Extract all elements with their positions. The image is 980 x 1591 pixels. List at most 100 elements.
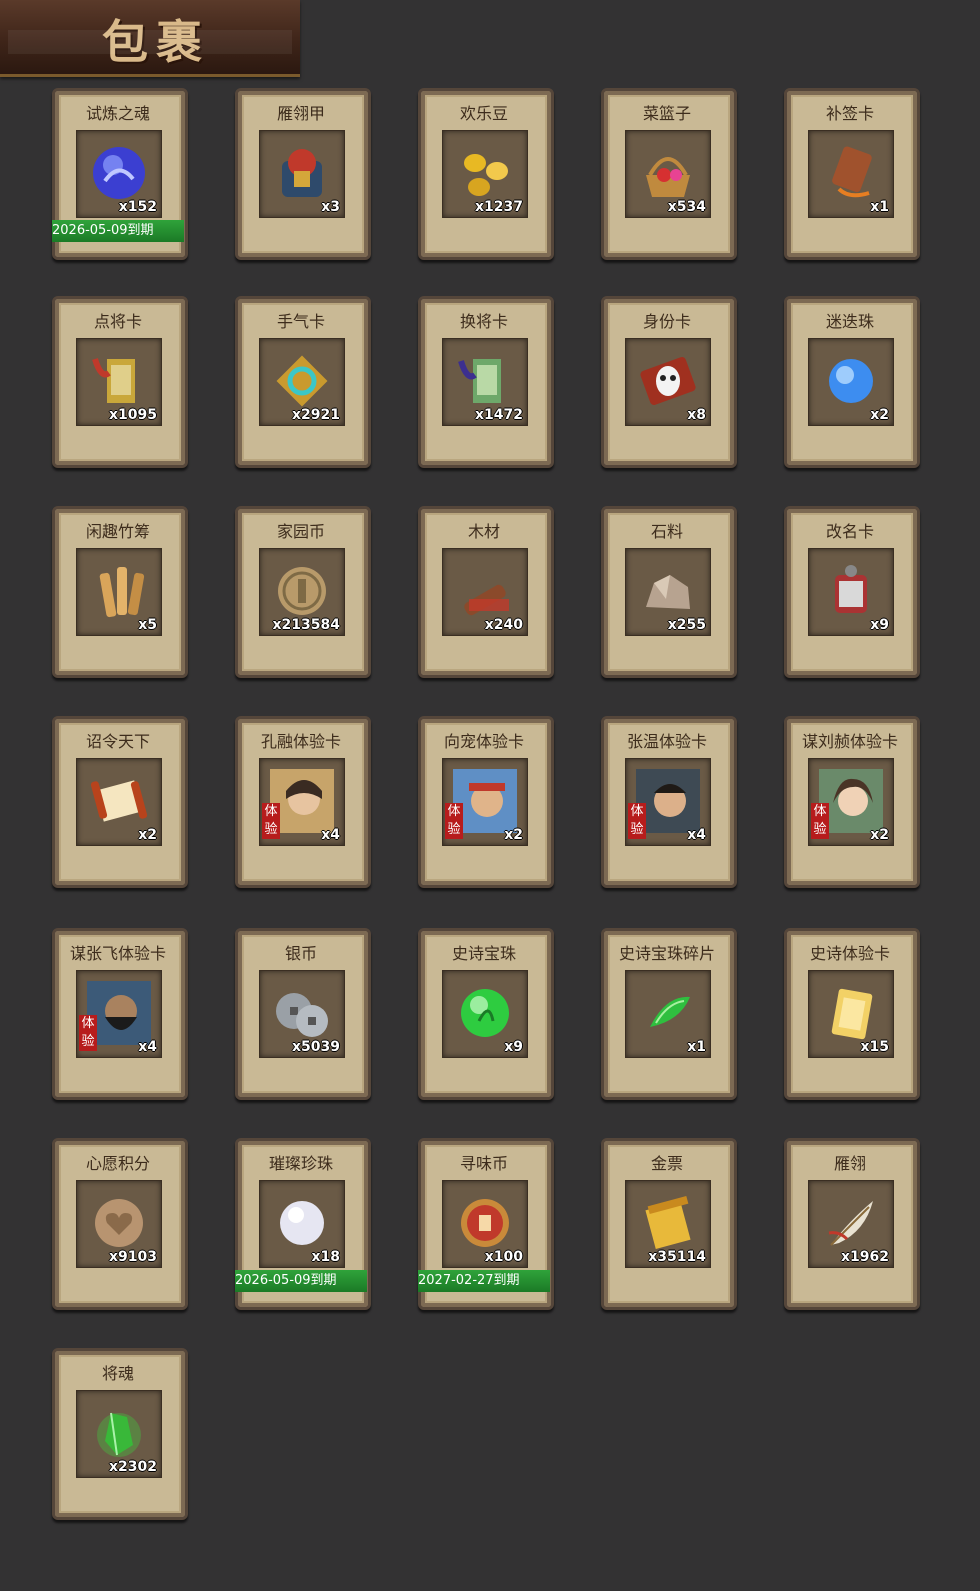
- basket-icon: [646, 157, 690, 197]
- item-slot: 体验 x4: [259, 758, 345, 846]
- inventory-item[interactable]: 璀璨珍珠 x18 2026-05-09到期: [235, 1138, 371, 1310]
- inventory-item[interactable]: 史诗宝珠 x9: [418, 928, 554, 1100]
- inventory-item[interactable]: 史诗体验卡 x15: [784, 928, 920, 1100]
- scroll-icon: [90, 780, 148, 822]
- inventory-item[interactable]: 雁翎甲 x3: [235, 88, 371, 260]
- item-name: 试炼之魂: [85, 104, 150, 123]
- item-slot: 体验 x4: [76, 970, 162, 1058]
- flavor-coin-icon: [461, 1199, 509, 1247]
- trial-badge: 体验: [79, 1015, 97, 1051]
- item-name: 谋张飞体验卡: [69, 944, 166, 963]
- item-quantity: x534: [667, 199, 706, 215]
- item-quantity: x2: [870, 827, 889, 843]
- item-quantity: x2302: [109, 1459, 157, 1475]
- inventory-item[interactable]: 向宠体验卡 体验 x2: [418, 716, 554, 888]
- item-slot: x534: [625, 130, 711, 218]
- item-slot: x2: [808, 338, 894, 426]
- item-slot: x9: [442, 970, 528, 1058]
- item-name: 补签卡: [825, 104, 874, 123]
- inventory-item[interactable]: 家园币 x213584: [235, 506, 371, 678]
- trial-badge: 体验: [811, 803, 829, 839]
- item-quantity: x3: [321, 199, 340, 215]
- inventory-item[interactable]: 迷迭珠 x2: [784, 296, 920, 468]
- item-quantity: x2: [138, 827, 157, 843]
- item-name: 换将卡: [459, 312, 508, 331]
- item-name: 璀璨珍珠: [268, 1154, 333, 1173]
- item-quantity: x4: [687, 827, 706, 843]
- item-slot: x15: [808, 970, 894, 1058]
- inventory-item[interactable]: 补签卡 x1: [784, 88, 920, 260]
- inventory-item[interactable]: 雁翎 x1962: [784, 1138, 920, 1310]
- item-name: 金票: [650, 1154, 683, 1173]
- inventory-item[interactable]: 张温体验卡体验 x4: [601, 716, 737, 888]
- heart-coin-icon: [95, 1199, 143, 1247]
- item-quantity: x4: [138, 1039, 157, 1055]
- inventory-item[interactable]: 心愿积分 x9103: [52, 1138, 188, 1310]
- item-slot: x2921: [259, 338, 345, 426]
- item-name: 改名卡: [825, 522, 874, 541]
- item-name: 心愿积分: [85, 1154, 150, 1173]
- item-slot: x240: [442, 548, 528, 636]
- item-name: 石料: [650, 522, 683, 541]
- inventory-item[interactable]: 闲趣竹筹 x5: [52, 506, 188, 678]
- item-name: 银币: [284, 944, 317, 963]
- item-quantity: x255: [667, 617, 706, 633]
- inventory-item[interactable]: 石料 x255: [601, 506, 737, 678]
- inventory-item[interactable]: 菜篮子 x534: [601, 88, 737, 260]
- item-name: 谋刘赪体验卡: [801, 732, 898, 751]
- item-name: 欢乐豆: [459, 104, 508, 123]
- item-quantity: x9103: [109, 1249, 157, 1265]
- item-name: 雁翎甲: [276, 104, 325, 123]
- inventory-item[interactable]: 诏令天下 x2: [52, 716, 188, 888]
- dragon-orb-icon: [93, 147, 145, 199]
- item-name: 张温体验卡: [626, 732, 707, 751]
- tag-card-icon: [832, 146, 872, 198]
- item-slot: x3: [259, 130, 345, 218]
- wood-icon: [464, 584, 509, 616]
- inventory-item[interactable]: 点将卡 x1095: [52, 296, 188, 468]
- item-name: 雁翎: [833, 1154, 866, 1173]
- inventory-item[interactable]: 身份卡 x8: [601, 296, 737, 468]
- green-crystal-icon: [97, 1412, 141, 1457]
- item-slot: x1472: [442, 338, 528, 426]
- item-slot: x1237: [442, 130, 528, 218]
- item-name: 木材: [467, 522, 500, 541]
- item-slot: x1095: [76, 338, 162, 426]
- green-shard-icon: [650, 996, 690, 1027]
- inventory-item[interactable]: 木材 x240: [418, 506, 554, 678]
- inventory-item[interactable]: 金票 x35114: [601, 1138, 737, 1310]
- inventory-item[interactable]: 孔融体验卡 体验 x4: [235, 716, 371, 888]
- home-coin-icon: [278, 567, 326, 615]
- inventory-item[interactable]: 将魂 x2302: [52, 1348, 188, 1520]
- item-quantity: x240: [484, 617, 523, 633]
- item-name: 诏令天下: [85, 732, 150, 751]
- inventory-item[interactable]: 试炼之魂 x152 2026-05-09到期: [52, 88, 188, 260]
- item-quantity: x1962: [841, 1249, 889, 1265]
- item-quantity: x2: [870, 407, 889, 423]
- inventory-item[interactable]: 谋张飞体验卡体验 x4: [52, 928, 188, 1100]
- bamboo-tally-icon: [99, 567, 145, 618]
- trial-badge: 体验: [628, 803, 646, 839]
- item-quantity: x100: [484, 1249, 523, 1265]
- feather-icon: [828, 1201, 873, 1246]
- item-slot: x213584: [259, 548, 345, 636]
- inventory-item[interactable]: 史诗宝珠碎片 x1: [601, 928, 737, 1100]
- inventory-item[interactable]: 谋刘赪体验卡体验 x2: [784, 716, 920, 888]
- inventory-item[interactable]: 欢乐豆 x1237: [418, 88, 554, 260]
- item-name: 将魂: [101, 1364, 134, 1383]
- item-name: 史诗宝珠: [451, 944, 516, 963]
- item-slot: x152: [76, 130, 162, 218]
- inventory-item[interactable]: 改名卡 x9: [784, 506, 920, 678]
- inventory-item[interactable]: 换将卡 x1472: [418, 296, 554, 468]
- expiry-bar: 2026-05-09到期: [235, 1270, 367, 1292]
- inventory-item[interactable]: 寻味币 x100 2027-02-27到期: [418, 1138, 554, 1310]
- expiry-bar: 2026-05-09到期: [52, 220, 184, 242]
- item-quantity: x15: [860, 1039, 889, 1055]
- inventory-item[interactable]: 手气卡 x2921: [235, 296, 371, 468]
- general-card-icon: [92, 358, 135, 403]
- item-slot: x8: [625, 338, 711, 426]
- item-slot: x255: [625, 548, 711, 636]
- item-quantity: x1: [687, 1039, 706, 1055]
- inventory-item[interactable]: 银币 x5039: [235, 928, 371, 1100]
- item-slot: x1962: [808, 1180, 894, 1268]
